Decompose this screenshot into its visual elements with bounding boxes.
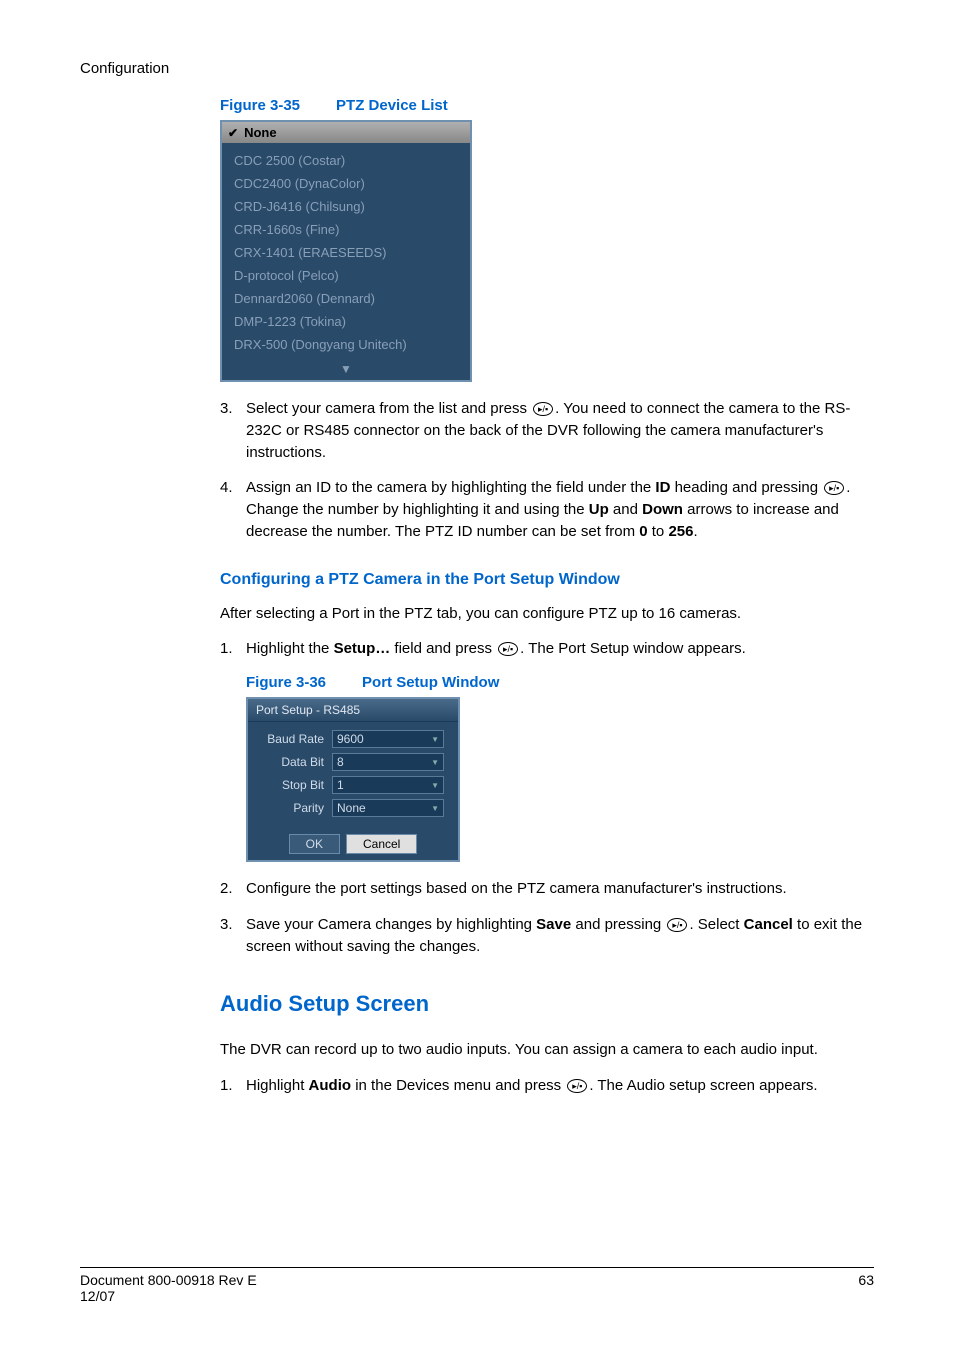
list-item[interactable]: CRR-1660s (Fine): [234, 218, 458, 241]
ptz-list-none-label: None: [244, 125, 277, 140]
ptz-port-setup-heading: Configuring a PTZ Camera in the Port Set…: [220, 571, 874, 589]
list-item[interactable]: CDC2400 (DynaColor): [234, 172, 458, 195]
footer-doc-id: Document 800-00918 Rev E: [80, 1272, 257, 1288]
play-pause-icon: ▸/▪: [533, 402, 553, 416]
baud-rate-label: Baud Rate: [256, 732, 332, 746]
check-icon: ✔: [228, 126, 238, 140]
list-item[interactable]: CRD-J6416 (Chilsung): [234, 195, 458, 218]
step-3: 3. Select your camera from the list and …: [220, 398, 874, 463]
figure-35-caption: Figure 3-35 PTZ Device List: [220, 97, 874, 114]
figure-35-title: PTZ Device List: [336, 97, 448, 114]
parity-label: Parity: [256, 801, 332, 815]
list-item[interactable]: CDC 2500 (Costar): [234, 149, 458, 172]
list-item[interactable]: D-protocol (Pelco): [234, 264, 458, 287]
ok-button[interactable]: OK: [289, 834, 340, 854]
audio-intro-paragraph: The DVR can record up to two audio input…: [220, 1039, 874, 1061]
figure-36-title: Port Setup Window: [362, 674, 499, 691]
audio-step-1: 1. Highlight Audio in the Devices menu a…: [220, 1075, 874, 1097]
list-item[interactable]: DMP-1223 (Tokina): [234, 310, 458, 333]
baud-rate-select[interactable]: 9600▼: [332, 730, 444, 748]
figure-35-number: Figure 3-35: [220, 97, 300, 114]
cancel-button[interactable]: Cancel: [346, 834, 417, 854]
chevron-down-icon: ▼: [431, 735, 439, 744]
list-item[interactable]: Dennard2060 (Dennard): [234, 287, 458, 310]
chevron-down-icon: ▼: [431, 758, 439, 767]
port-setup-title: Port Setup - RS485: [248, 699, 458, 722]
page-header: Configuration: [80, 60, 874, 77]
ptz-step-2: 2. Configure the port settings based on …: [220, 878, 874, 900]
port-setup-window: Port Setup - RS485 Baud Rate 9600▼ Data …: [246, 697, 460, 862]
stop-bit-label: Stop Bit: [256, 778, 332, 792]
chevron-down-icon: ▼: [431, 781, 439, 790]
stop-bit-select[interactable]: 1▼: [332, 776, 444, 794]
chevron-down-icon[interactable]: ▼: [222, 360, 470, 380]
ptz-intro-paragraph: After selecting a Port in the PTZ tab, y…: [220, 603, 874, 625]
ptz-list-selected-row[interactable]: ✔ None: [222, 122, 470, 143]
list-item[interactable]: CRX-1401 (ERAESEEDS): [234, 241, 458, 264]
footer-date: 12/07: [80, 1288, 257, 1304]
chevron-down-icon: ▼: [431, 804, 439, 813]
data-bit-select[interactable]: 8▼: [332, 753, 444, 771]
play-pause-icon: ▸/▪: [824, 481, 844, 495]
ptz-device-list: ✔ None CDC 2500 (Costar) CDC2400 (DynaCo…: [220, 120, 472, 382]
figure-36-number: Figure 3-36: [246, 674, 326, 691]
play-pause-icon: ▸/▪: [667, 918, 687, 932]
data-bit-label: Data Bit: [256, 755, 332, 769]
ptz-step-1: 1. Highlight the Setup… field and press …: [220, 638, 874, 660]
step-4: 4. Assign an ID to the camera by highlig…: [220, 477, 874, 542]
figure-36-caption: Figure 3-36 Port Setup Window: [246, 674, 874, 691]
audio-setup-heading: Audio Setup Screen: [220, 991, 874, 1017]
page-footer: Document 800-00918 Rev E 12/07 63: [80, 1267, 874, 1304]
play-pause-icon: ▸/▪: [567, 1079, 587, 1093]
parity-select[interactable]: None▼: [332, 799, 444, 817]
list-item[interactable]: DRX-500 (Dongyang Unitech): [234, 333, 458, 356]
ptz-step-3: 3. Save your Camera changes by highlight…: [220, 914, 874, 958]
page-number: 63: [858, 1272, 874, 1304]
play-pause-icon: ▸/▪: [498, 642, 518, 656]
